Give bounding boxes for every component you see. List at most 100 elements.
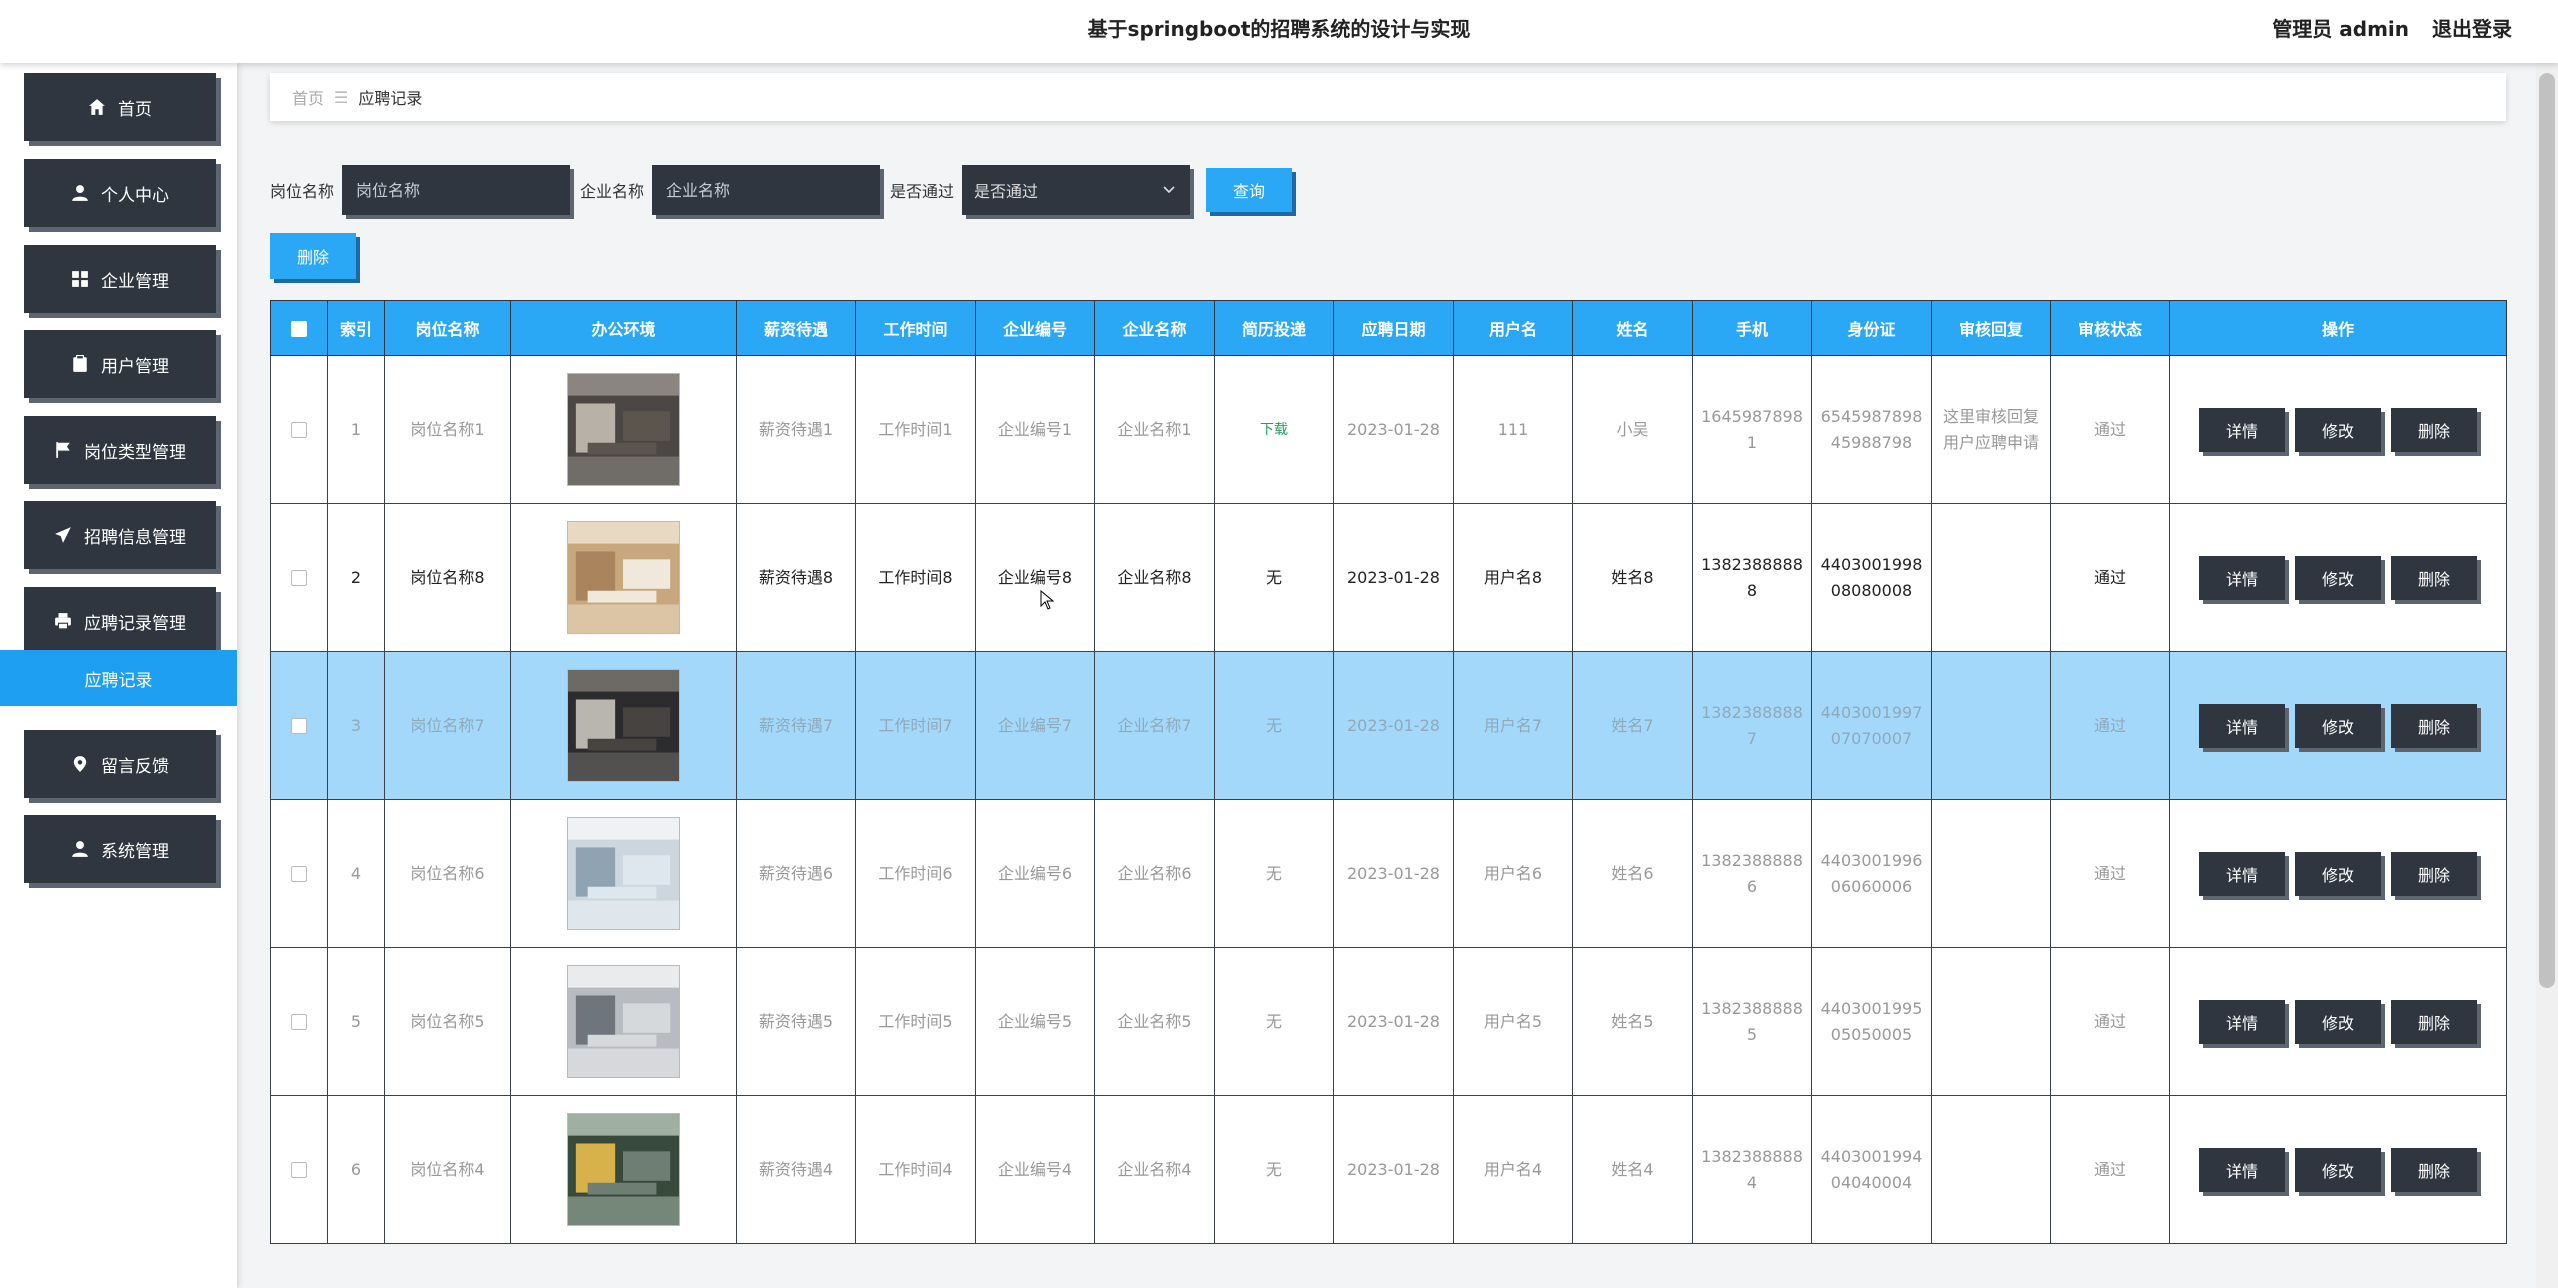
review-status-cell: 通过: [2050, 799, 2170, 948]
sidebar-item-personal-center[interactable]: 个人中心: [24, 159, 216, 227]
sidebar-item-application-record-management[interactable]: 应聘记录管理: [24, 587, 216, 655]
flag-icon: [56, 442, 70, 458]
index-cell: 2: [327, 503, 385, 652]
person-name-cell: 姓名8: [1572, 503, 1693, 652]
sidebar-subitem-application-records[interactable]: 应聘记录: [0, 650, 237, 706]
table-row[interactable]: 2 岗位名称8 薪资待遇8 工作时间8 企业编号8 企业名称8 无 2023-01-28 用户名…: [270, 503, 2507, 652]
edit-button[interactable]: 修改: [2295, 1147, 2381, 1192]
row-checkbox[interactable]: [291, 1014, 307, 1030]
column-header: 审核回复: [1931, 300, 2051, 356]
resume-cell: 无: [1214, 799, 1334, 948]
resume-cell: 无: [1214, 651, 1334, 800]
work-time-cell: 工作时间8: [855, 503, 976, 652]
company-no-cell: 企业编号5: [975, 947, 1095, 1096]
column-header: 用户名: [1453, 300, 1573, 356]
office-photo[interactable]: [567, 817, 680, 930]
edit-button[interactable]: 修改: [2295, 407, 2381, 452]
company-name-input[interactable]: [652, 165, 881, 215]
row-checkbox[interactable]: [291, 570, 307, 586]
delete-button[interactable]: 删除: [2391, 1147, 2477, 1192]
scrollbar-thumb[interactable]: [2539, 73, 2555, 988]
breadcrumb-separator: ☰: [334, 87, 349, 107]
column-header: 岗位名称: [384, 300, 511, 356]
actions-cell: 详情 修改 删除: [2169, 503, 2507, 652]
detail-button[interactable]: 详情: [2199, 851, 2285, 896]
job-name-cell: 岗位名称4: [384, 1095, 511, 1244]
username-cell: 用户名8: [1453, 503, 1573, 652]
sidebar-item-user-management[interactable]: 用户管理: [24, 330, 216, 398]
review-status-cell: 通过: [2050, 355, 2170, 504]
cell-line: 6: [1746, 876, 1758, 896]
row-checkbox[interactable]: [291, 866, 307, 882]
edit-button[interactable]: 修改: [2295, 555, 2381, 600]
logout-link[interactable]: 退出登录: [2432, 17, 2512, 41]
edit-button[interactable]: 修改: [2295, 851, 2381, 896]
office-photo[interactable]: [567, 965, 680, 1078]
delete-button[interactable]: 删除: [2391, 851, 2477, 896]
delete-button[interactable]: 删除: [2391, 555, 2477, 600]
sidebar-item-label: 系统管理: [101, 841, 169, 862]
column-header: 办公环境: [510, 300, 737, 356]
detail-button[interactable]: 详情: [2199, 703, 2285, 748]
clipboard-icon: [73, 355, 87, 372]
table-row[interactable]: 6 岗位名称4 薪资待遇4 工作时间4 企业编号4 企业名称4 无 2023-01-28 用户名…: [270, 1095, 2507, 1244]
index-cell: 5: [327, 947, 385, 1096]
edit-button[interactable]: 修改: [2295, 703, 2381, 748]
id-card-cell: 6545987898 45988798: [1811, 355, 1932, 504]
bulk-delete-button[interactable]: 删除: [270, 233, 356, 279]
office-photo-cell: [510, 947, 737, 1096]
sidebar-item-home[interactable]: 首页: [24, 73, 216, 141]
delete-button[interactable]: 删除: [2391, 703, 2477, 748]
column-header: 简历投递: [1214, 300, 1334, 356]
detail-button[interactable]: 详情: [2199, 999, 2285, 1044]
review-reply-cell: [1931, 947, 2051, 1096]
sidebar-item-job-type-management[interactable]: 岗位类型管理: [24, 416, 216, 484]
pass-status-select[interactable]: 是否通过: [962, 165, 1191, 215]
sidebar-item-label: 用户管理: [101, 356, 169, 377]
detail-button[interactable]: 详情: [2199, 555, 2285, 600]
salary-cell: 薪资待遇6: [736, 799, 856, 948]
row-checkbox[interactable]: [291, 718, 307, 734]
detail-button[interactable]: 详情: [2199, 407, 2285, 452]
cell-line: 5: [1746, 1024, 1758, 1044]
sidebar-item-recruit-info-management[interactable]: 招聘信息管理: [24, 501, 216, 569]
select-all-checkbox[interactable]: [291, 321, 307, 337]
office-photo[interactable]: [567, 521, 680, 634]
job-name-input[interactable]: [342, 165, 571, 215]
cell-line: 05050005: [1830, 1024, 1913, 1044]
table-row[interactable]: 5 岗位名称5 薪资待遇5 工作时间5 企业编号5 企业名称5 无 2023-01-28 用户名…: [270, 947, 2507, 1096]
office-photo[interactable]: [567, 373, 680, 486]
sidebar-item-company-management[interactable]: 企业管理: [24, 245, 216, 313]
query-button[interactable]: 查询: [1206, 168, 1293, 212]
company-name-cell: 企业名称5: [1094, 947, 1215, 1096]
cell-line: 7: [1746, 728, 1758, 748]
table-row[interactable]: 4 岗位名称6 薪资待遇6 工作时间6 企业编号6 企业名称6 无 2023-01-28 用户名…: [270, 799, 2507, 948]
office-photo-cell: [510, 355, 737, 504]
cell-line: 4403001994: [1820, 1146, 1923, 1166]
page-scrollbar[interactable]: [2536, 63, 2558, 1288]
resume-download-link[interactable]: 下载: [1260, 422, 1288, 438]
main-content: 首页 ☰ 应聘记录 岗位名称 企业名称 是否通过 是否通过 查询 删除 索引 岗…: [237, 63, 2532, 1288]
apply-date-cell: 2023-01-28: [1333, 947, 1454, 1096]
office-photo[interactable]: [567, 669, 680, 782]
row-checkbox[interactable]: [291, 1162, 307, 1178]
delete-button[interactable]: 删除: [2391, 999, 2477, 1044]
work-time-cell: 工作时间1: [855, 355, 976, 504]
table-row[interactable]: 1 岗位名称1 薪资待遇1 工作时间1 企业编号1 企业名称1 下载 2023-01-28 11…: [270, 355, 2507, 504]
sidebar-item-system-management[interactable]: 系统管理: [24, 815, 216, 883]
detail-button[interactable]: 详情: [2199, 1147, 2285, 1192]
cell-line: 1382388888: [1701, 998, 1803, 1018]
index-cell: 1: [327, 355, 385, 504]
job-name-cell: 岗位名称6: [384, 799, 511, 948]
table-row[interactable]: 3 岗位名称7 薪资待遇7 工作时间7 企业编号7 企业名称7 无 2023-01-28 用户名…: [270, 651, 2507, 800]
cell-line: 4403001995: [1820, 998, 1923, 1018]
office-photo[interactable]: [567, 1113, 680, 1226]
chevron-down-icon: [1163, 186, 1175, 194]
row-select-cell: [270, 799, 328, 948]
delete-button[interactable]: 删除: [2391, 407, 2477, 452]
edit-button[interactable]: 修改: [2295, 999, 2381, 1044]
breadcrumb-home-link[interactable]: 首页: [292, 85, 324, 109]
cell-line: 1382388888: [1701, 1146, 1803, 1166]
sidebar-item-message-feedback[interactable]: 留言反馈: [24, 730, 216, 798]
row-checkbox[interactable]: [291, 422, 307, 438]
